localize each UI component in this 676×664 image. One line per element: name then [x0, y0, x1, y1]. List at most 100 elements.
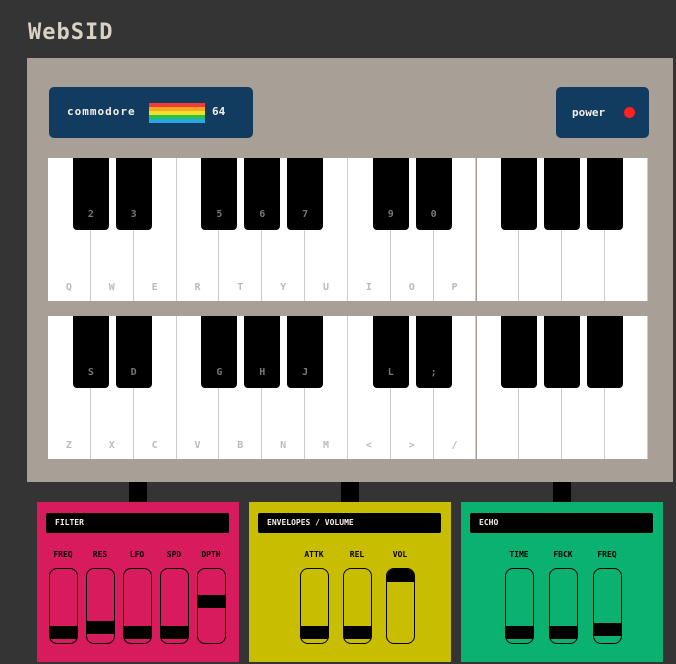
key-label: Z: [65, 440, 72, 451]
filter-lfo-thumb[interactable]: [124, 626, 151, 639]
black-key-3[interactable]: 3: [115, 158, 152, 230]
key-label: ;: [430, 367, 437, 378]
black-key-H[interactable]: H: [244, 316, 281, 388]
connector-envelopes: [341, 482, 359, 502]
filter-dpth-slider[interactable]: [197, 568, 226, 644]
filter-section: FILTER FREQ RES LFO SPD DPTH: [37, 502, 239, 662]
key-label: O: [408, 282, 415, 293]
black-key-7[interactable]: 7: [287, 158, 324, 230]
echo-section: ECHO TIME FBCK FREQ: [461, 502, 663, 662]
filter-title: FILTER: [46, 513, 229, 533]
echo-freq-label: FREQ: [597, 550, 617, 559]
echo-fbck-slider[interactable]: [549, 568, 578, 644]
black-key-J[interactable]: J: [287, 316, 324, 388]
key-label: E: [151, 282, 158, 293]
black-key-2[interactable]: 2: [72, 158, 109, 230]
filter-dpth-thumb[interactable]: [198, 594, 225, 608]
key-label: 6: [259, 209, 266, 220]
filter-res-slider[interactable]: [86, 568, 115, 644]
black-key-L[interactable]: L: [372, 316, 409, 388]
brand-text: commodore: [67, 105, 136, 118]
key-label: 7: [302, 209, 309, 220]
app-header: WebSID: [0, 0, 676, 56]
filter-freq-label: FREQ: [53, 550, 73, 559]
envelopes-vol-slider[interactable]: [386, 568, 415, 644]
key-label: W: [108, 282, 115, 293]
key-label: P: [451, 282, 458, 293]
echo-time-thumb[interactable]: [506, 626, 533, 639]
echo-freq-slider[interactable]: [593, 568, 622, 644]
black-key-D[interactable]: D: [115, 316, 152, 388]
black-key-G[interactable]: G: [201, 316, 238, 388]
key-label: B: [237, 440, 244, 451]
black-key-lower-8[interactable]: [544, 316, 581, 388]
filter-freq-thumb[interactable]: [50, 626, 77, 639]
key-label: 0: [430, 209, 437, 220]
echo-time-slider[interactable]: [505, 568, 534, 644]
filter-dpth-label: DPTH: [201, 550, 221, 559]
envelopes-rel-thumb[interactable]: [344, 626, 371, 639]
filter-res-thumb[interactable]: [87, 621, 114, 635]
keyboard-lower: Z X C V B N M < > / S D G H J L;: [48, 316, 648, 459]
filter-spd-slider[interactable]: [160, 568, 189, 644]
envelopes-vol-thumb[interactable]: [387, 569, 414, 582]
key-label: 3: [130, 209, 137, 220]
black-key-;[interactable]: ;: [415, 316, 452, 388]
connector-filter: [129, 482, 147, 502]
key-label: X: [108, 440, 115, 451]
filter-spd-thumb[interactable]: [161, 626, 188, 639]
black-key-S[interactable]: S: [72, 316, 109, 388]
keyboard-upper: Q W E R T Y U I O P 2 3 5 6 7 9 0: [48, 158, 648, 301]
key-label: J: [302, 367, 309, 378]
envelopes-vol-label: VOL: [392, 550, 408, 559]
synth-panel: commodore 64 power Q W E R T Y U I O P 2 3 5 6 7 9 0 Z X C…: [27, 58, 673, 482]
key-label: U: [323, 282, 330, 293]
key-label: G: [216, 367, 223, 378]
key-label: L: [387, 367, 394, 378]
key-label: V: [194, 440, 201, 451]
envelopes-rel-label: REL: [349, 550, 365, 559]
key-label: 9: [387, 209, 394, 220]
key-label: >: [408, 440, 415, 451]
black-key-0[interactable]: 0: [415, 158, 452, 230]
filter-lfo-slider[interactable]: [123, 568, 152, 644]
key-label: /: [451, 440, 458, 451]
black-key-upper-9[interactable]: [587, 158, 624, 230]
power-label: power: [572, 106, 606, 119]
brand-number: 64: [212, 105, 226, 118]
commodore-badge: commodore 64: [49, 87, 253, 138]
echo-title: ECHO: [470, 513, 653, 533]
echo-fbck-thumb[interactable]: [550, 626, 577, 639]
echo-fbck-label: FBCK: [553, 550, 573, 559]
echo-freq-thumb[interactable]: [594, 623, 621, 637]
black-key-upper-7[interactable]: [501, 158, 538, 230]
key-label: R: [194, 282, 201, 293]
key-label: Y: [280, 282, 287, 293]
envelopes-attk-slider[interactable]: [300, 568, 329, 644]
rainbow-logo-icon: [149, 103, 205, 123]
black-key-lower-7[interactable]: [501, 316, 538, 388]
key-label: <: [365, 440, 372, 451]
filter-lfo-label: LFO: [129, 550, 145, 559]
black-key-upper-8[interactable]: [544, 158, 581, 230]
envelopes-attk-label: ATTK: [304, 550, 324, 559]
filter-spd-label: SPD: [166, 550, 182, 559]
black-key-5[interactable]: 5: [201, 158, 238, 230]
key-label: N: [280, 440, 287, 451]
black-key-9[interactable]: 9: [372, 158, 409, 230]
app-title: WebSID: [28, 20, 114, 45]
black-key-lower-9[interactable]: [587, 316, 624, 388]
key-label: S: [87, 367, 94, 378]
echo-time-label: TIME: [509, 550, 529, 559]
envelopes-section: ENVELOPES / VOLUME ATTK REL VOL: [249, 502, 451, 662]
black-key-6[interactable]: 6: [244, 158, 281, 230]
envelopes-rel-slider[interactable]: [343, 568, 372, 644]
envelopes-title: ENVELOPES / VOLUME: [258, 513, 441, 533]
envelopes-attk-thumb[interactable]: [301, 626, 328, 639]
power-button[interactable]: power: [556, 87, 649, 138]
key-label: M: [323, 440, 330, 451]
key-label: D: [130, 367, 137, 378]
filter-res-label: RES: [92, 550, 108, 559]
filter-freq-slider[interactable]: [49, 568, 78, 644]
key-label: 5: [216, 209, 223, 220]
